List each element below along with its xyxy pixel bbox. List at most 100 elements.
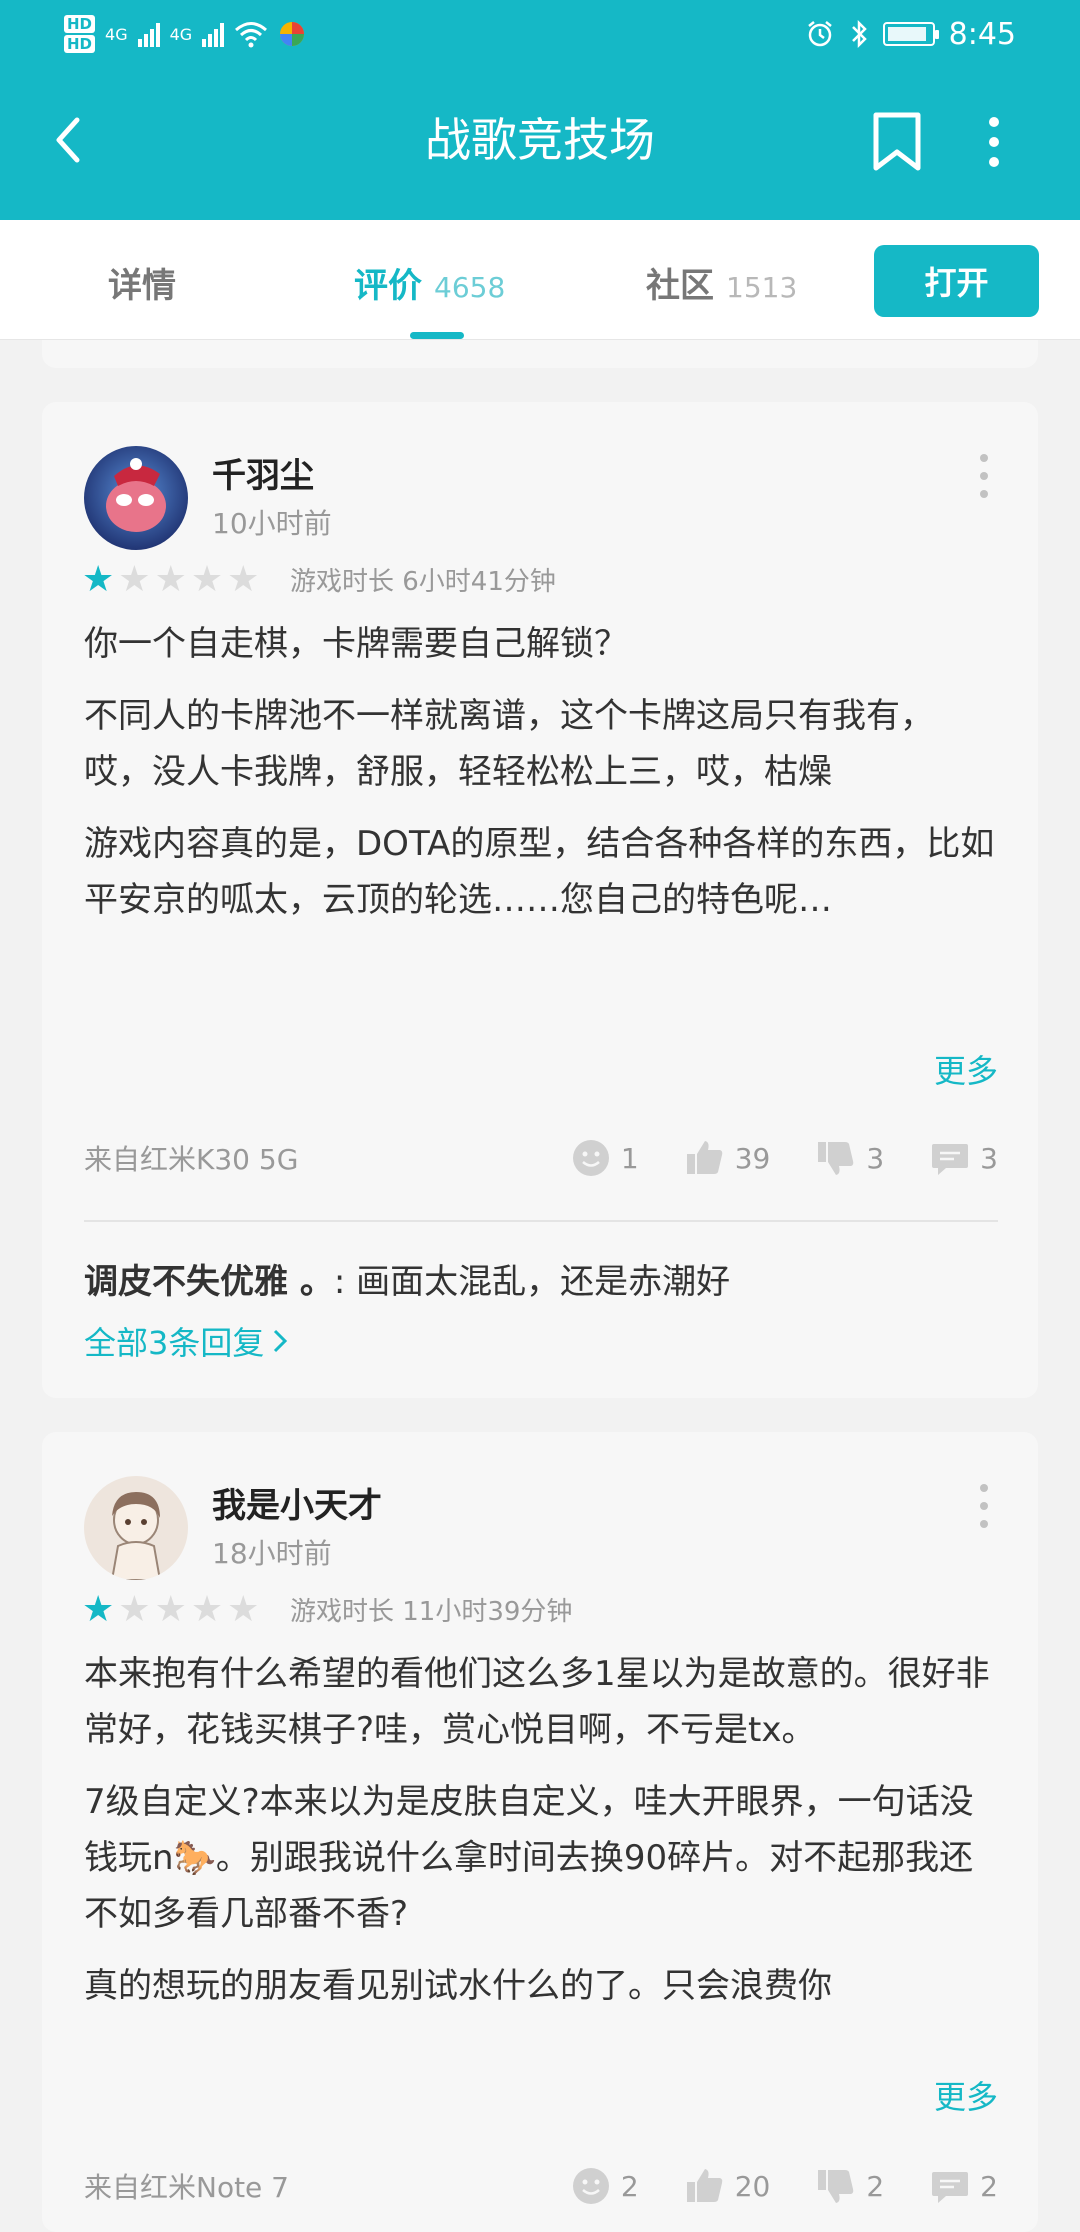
more-options-button[interactable] — [984, 112, 1028, 176]
wifi-icon — [235, 22, 268, 48]
thumbs-down-icon — [818, 1142, 854, 1175]
star-icon: ★ — [190, 1589, 224, 1630]
star-icon: ★ — [118, 1589, 151, 1630]
tab-community[interactable]: 社区 1513 — [646, 258, 797, 307]
review-body[interactable]: 你一个自走棋，卡牌需要自己解锁？ 不同人的卡牌池不一样就离谱，这个卡牌这局只有我… — [84, 616, 998, 944]
alarm-icon — [807, 21, 832, 47]
star-rating: ★ ★ ★ ★ ★ — [82, 560, 259, 600]
network-type-2: 4G — [169, 24, 193, 44]
like-button[interactable]: 20 — [685, 2166, 771, 2206]
network-type-1: 4G — [105, 24, 128, 44]
dislike-button[interactable]: 3 — [816, 1138, 884, 1178]
like-count: 39 — [734, 1141, 771, 1175]
smiley-icon — [572, 2168, 609, 2204]
star-icon: ★ — [154, 559, 187, 600]
star-icon: ★ — [190, 559, 224, 600]
fun-reaction-button[interactable]: 2 — [571, 2166, 639, 2206]
like-button[interactable]: 39 — [685, 1138, 771, 1178]
open-button[interactable]: 打开 — [874, 245, 1039, 317]
comment-icon — [932, 1144, 969, 1175]
review-meta: 来自红米Note 7 2 20 2 2 — [84, 2162, 998, 2210]
dislike-button[interactable]: 2 — [816, 2166, 884, 2206]
review-paragraph: 不同人的卡牌池不一样就离谱，这个卡牌这局只有我有，哎，没人卡我牌，舒服，轻轻松松… — [84, 696, 934, 792]
star-icon: ★ — [82, 1589, 115, 1630]
review-body[interactable]: 本来抱有什么希望的看他们这么多1星以为是故意的。很好非常好，花钱买棋子?哇，赏心… — [84, 1646, 998, 2030]
review-menu-button[interactable] — [974, 454, 994, 498]
all-replies-link[interactable]: 全部3条回复 — [84, 1318, 288, 1364]
fun-reaction-button[interactable]: 1 — [571, 1138, 639, 1178]
review-card: 千羽尘 10小时前 ★ ★ ★ ★ ★ 游戏时长 6小时41分钟 你一个自走棋，… — [42, 402, 1038, 1398]
signal-icon — [137, 21, 160, 47]
username[interactable]: 千羽尘 — [212, 448, 314, 497]
tab-label: 详情 — [108, 266, 176, 306]
bookmark-icon — [873, 112, 921, 171]
reply-author: 调皮不失优雅 。 — [84, 1262, 334, 1302]
thumbs-down-icon — [818, 2170, 854, 2203]
tab-label: 评价 — [354, 266, 422, 306]
username[interactable]: 我是小天才 — [212, 1478, 382, 1527]
fun-count: 1 — [620, 1141, 639, 1175]
tab-label: 社区 — [646, 266, 714, 306]
star-rating: ★ ★ ★ ★ ★ — [82, 1590, 259, 1630]
star-icon: ★ — [227, 559, 260, 600]
review-paragraph: 真的想玩的朋友看见别试水什么的了。只会浪费你 — [84, 1966, 832, 2006]
app-notification-icon — [280, 22, 305, 46]
status-bar: HD HD 4G 4G 8:45 — [0, 0, 1080, 68]
previous-card-edge — [42, 340, 1038, 368]
device-label: 来自红米K30 5G — [84, 1143, 299, 1176]
hd-label-1: HD — [64, 15, 96, 33]
dislike-count: 2 — [866, 2169, 885, 2203]
playtime: 游戏时长 6小时41分钟 — [290, 567, 556, 597]
expand-more-link[interactable]: 更多 — [934, 2072, 998, 2118]
bookmark-button[interactable] — [872, 112, 932, 176]
chevron-right-icon — [274, 1329, 288, 1353]
hd-label-2: HD — [64, 35, 96, 53]
device-label: 来自红米Note 7 — [84, 2171, 289, 2204]
star-icon: ★ — [82, 559, 115, 600]
review-card: 我是小天才 18小时前 ★ ★ ★ ★ ★ 游戏时长 11小时39分钟 本来抱有… — [42, 1432, 1038, 2232]
status-left: HD HD 4G 4G — [64, 6, 306, 62]
star-icon: ★ — [227, 1589, 260, 1630]
playtime: 游戏时长 11小时39分钟 — [290, 1597, 573, 1627]
avatar[interactable] — [84, 446, 188, 550]
expand-more-link[interactable]: 更多 — [934, 1046, 998, 1092]
tab-details[interactable]: 详情 — [108, 258, 176, 307]
thumbs-up-icon — [686, 2169, 722, 2202]
review-paragraph: 本来抱有什么希望的看他们这么多1星以为是故意的。很好非常好，花钱买棋子?哇，赏心… — [84, 1654, 990, 1750]
hd-indicator: HD HD — [64, 15, 96, 53]
review-meta: 来自红米K30 5G 1 39 3 3 — [84, 1134, 998, 1182]
tab-bar: 详情 评价 4658 社区 1513 打开 — [0, 220, 1080, 340]
battery-icon — [882, 22, 939, 46]
bluetooth-icon — [851, 19, 867, 49]
clock: 8:45 — [948, 16, 1016, 52]
comment-button[interactable]: 2 — [930, 2166, 998, 2206]
avatar[interactable] — [84, 1476, 188, 1580]
like-count: 20 — [734, 2169, 771, 2203]
comment-icon — [932, 2172, 969, 2203]
reply-preview[interactable]: 调皮不失优雅 。: 画面太混乱，还是赤潮好 — [84, 1254, 998, 1303]
status-right: 8:45 — [805, 10, 1016, 58]
review-menu-button[interactable] — [974, 1484, 994, 1528]
tab-indicator — [410, 332, 464, 339]
signal-icon — [202, 21, 225, 47]
comment-count: 3 — [980, 1141, 998, 1175]
review-paragraph: 7级自定义?本来以为是皮肤自定义，哇大开眼界，一句话没钱玩n🐎。别跟我说什么拿时… — [84, 1782, 974, 1934]
thumbs-up-icon — [686, 1141, 722, 1174]
reply-text: : 画面太混乱，还是赤潮好 — [333, 1262, 731, 1302]
timestamp: 18小时前 — [212, 1537, 332, 1570]
avatar-image — [84, 446, 188, 550]
app-bar: 战歌竞技场 — [0, 68, 1080, 220]
smiley-icon — [572, 1140, 609, 1176]
comment-count: 2 — [980, 2169, 998, 2203]
tab-count: 1513 — [726, 271, 798, 304]
tab-reviews[interactable]: 评价 4658 — [354, 258, 505, 307]
timestamp: 10小时前 — [212, 507, 332, 540]
divider — [84, 1220, 998, 1222]
star-icon: ★ — [154, 1589, 187, 1630]
avatar-image — [84, 1476, 188, 1580]
dislike-count: 3 — [866, 1141, 885, 1175]
fun-count: 2 — [620, 2169, 639, 2203]
review-paragraph: 游戏内容真的是，DOTA的原型，结合各种各样的东西，比如平安京的呱太，云顶的轮选… — [84, 824, 995, 920]
review-paragraph: 你一个自走棋，卡牌需要自己解锁？ — [84, 624, 628, 664]
comment-button[interactable]: 3 — [930, 1138, 998, 1178]
